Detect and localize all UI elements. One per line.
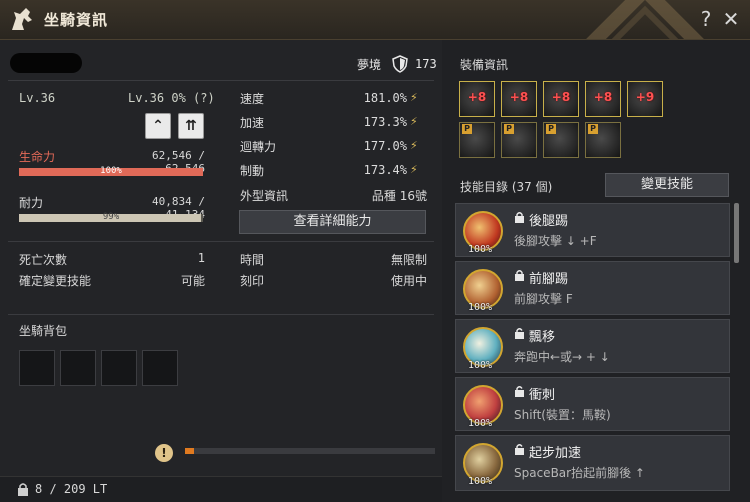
shield-icon <box>392 55 408 73</box>
stamina-label: 耐力 <box>19 196 44 210</box>
stat-value-turn: 177.0% <box>363 139 407 153</box>
skills-title: 技能目錄 (37 個) <box>460 180 553 194</box>
deaths-label: 死亡次數 <box>19 253 68 267</box>
bag-slot[interactable] <box>19 350 55 386</box>
skill-name: 飄移 <box>529 330 556 345</box>
skill-item[interactable]: 100% 起步加速 SpaceBar抬起前腳後 ↑ <box>455 435 730 491</box>
skill-item[interactable]: 100% 飄移 奔跑中←或→ + ↓ <box>455 319 730 373</box>
equipment-slot[interactable]: P <box>459 122 495 158</box>
equipment-slot[interactable]: +8 <box>585 81 621 117</box>
skill-item[interactable]: 100% 後腿踢 後腳攻擊 ↓ +F <box>455 203 730 257</box>
view-details-button[interactable]: 查看詳細能力 <box>239 210 426 234</box>
bag-slot[interactable] <box>101 350 137 386</box>
equipment-slot[interactable]: +8 <box>459 81 495 117</box>
level-left: Lv.36 <box>19 91 56 105</box>
wing-icon: ⚡ <box>410 91 418 104</box>
equipment-slot[interactable]: +8 <box>543 81 579 117</box>
imprint-value: 使用中 <box>390 274 427 288</box>
skill-item[interactable]: 100% 衝刺 Shift(裝置：馬鞍) <box>455 377 730 431</box>
lock-icon <box>515 270 524 281</box>
skill-change-value: 可能 <box>180 274 205 288</box>
skill-key: 前腳攻擊 F <box>514 292 573 306</box>
unlock-icon <box>515 386 524 397</box>
deaths-value: 1 <box>197 251 205 265</box>
skill-name: 衝刺 <box>529 388 556 403</box>
close-button[interactable]: ✕ <box>719 6 743 32</box>
warning-icon[interactable]: ! <box>155 444 173 462</box>
stamina-bar: 99% <box>19 212 203 222</box>
equipment-title: 裝備資訊 <box>460 58 509 72</box>
stat-value-speed: 181.0% <box>363 91 407 105</box>
stat-label-accel: 加速 <box>240 116 265 130</box>
dream-label: 夢境 <box>357 58 382 72</box>
stamina-bar-text: 99% <box>102 212 120 222</box>
wing-icon: ⚡ <box>410 115 418 128</box>
mount-name-redacted <box>10 53 82 73</box>
stat-value-brake: 173.4% <box>363 163 407 177</box>
unlock-icon <box>515 444 524 455</box>
weight-text: 8 / 209 LT <box>35 482 108 496</box>
title-bar: 坐騎資訊 ? ✕ <box>0 0 750 40</box>
horse-icon <box>12 8 32 30</box>
help-button[interactable]: ? <box>694 6 718 32</box>
skills-scrollbar[interactable] <box>734 203 739 263</box>
lock-icon <box>515 212 524 223</box>
hp-bar-text: 100% <box>100 166 122 176</box>
wing-icon: ⚡ <box>410 139 418 152</box>
title-decoration <box>586 0 704 39</box>
wing-icon: ⚡ <box>410 163 418 176</box>
equipment-slot[interactable]: +8 <box>501 81 537 117</box>
bag-slot[interactable] <box>60 350 96 386</box>
skill-item[interactable]: 100% 前腳踢 前腳攻擊 F <box>455 261 730 315</box>
mount-info-panel: 夢境 173 Lv.36 Lv.36 0% (?) ⌃ ⇈ 生命力 62,546… <box>0 40 442 502</box>
dream-value: 173 <box>415 57 437 71</box>
chevron-up-button[interactable]: ⌃ <box>145 113 171 139</box>
skill-key: Shift(裝置：馬鞍) <box>514 408 611 422</box>
skill-change-label: 確定變更技能 <box>19 274 92 288</box>
level-right[interactable]: Lv.36 0% (?) <box>128 91 215 105</box>
skill-name: 前腳踢 <box>529 272 569 287</box>
appearance-label: 外型資訊 <box>240 189 289 203</box>
skill-key: 奔跑中←或→ + ↓ <box>514 350 610 364</box>
skill-key: 後腳攻擊 ↓ +F <box>514 234 597 248</box>
equipment-slot[interactable]: P <box>585 122 621 158</box>
bag-slot[interactable] <box>142 350 178 386</box>
skill-name: 起步加速 <box>529 446 582 461</box>
appearance-value: 品種 16號 <box>371 189 427 203</box>
double-chevron-up-button[interactable]: ⇈ <box>178 113 204 139</box>
time-label: 時間 <box>240 253 265 267</box>
unlock-icon <box>515 328 524 339</box>
hp-label: 生命力 <box>19 150 56 164</box>
stat-label-turn: 迴轉力 <box>240 140 277 154</box>
equipment-slot[interactable]: P <box>501 122 537 158</box>
stat-label-brake: 制動 <box>240 164 265 178</box>
skill-name: 後腿踢 <box>529 214 569 229</box>
bag-title: 坐騎背包 <box>19 324 68 338</box>
skill-key: SpaceBar抬起前腳後 ↑ <box>514 466 645 480</box>
imprint-label: 刻印 <box>240 274 265 288</box>
window-title: 坐騎資訊 <box>44 11 109 29</box>
weight-progress <box>185 448 435 454</box>
equipment-slot[interactable]: +9 <box>627 81 663 117</box>
time-value: 無限制 <box>390 253 427 267</box>
stat-label-speed: 速度 <box>240 92 265 106</box>
weight-bar: 8 / 209 LT <box>0 476 442 502</box>
stat-value-accel: 173.3% <box>363 115 407 129</box>
equipment-slot[interactable]: P <box>543 122 579 158</box>
change-skill-button[interactable]: 變更技能 <box>605 173 729 197</box>
hp-bar: 100% <box>19 166 203 176</box>
lock-icon <box>18 483 28 496</box>
